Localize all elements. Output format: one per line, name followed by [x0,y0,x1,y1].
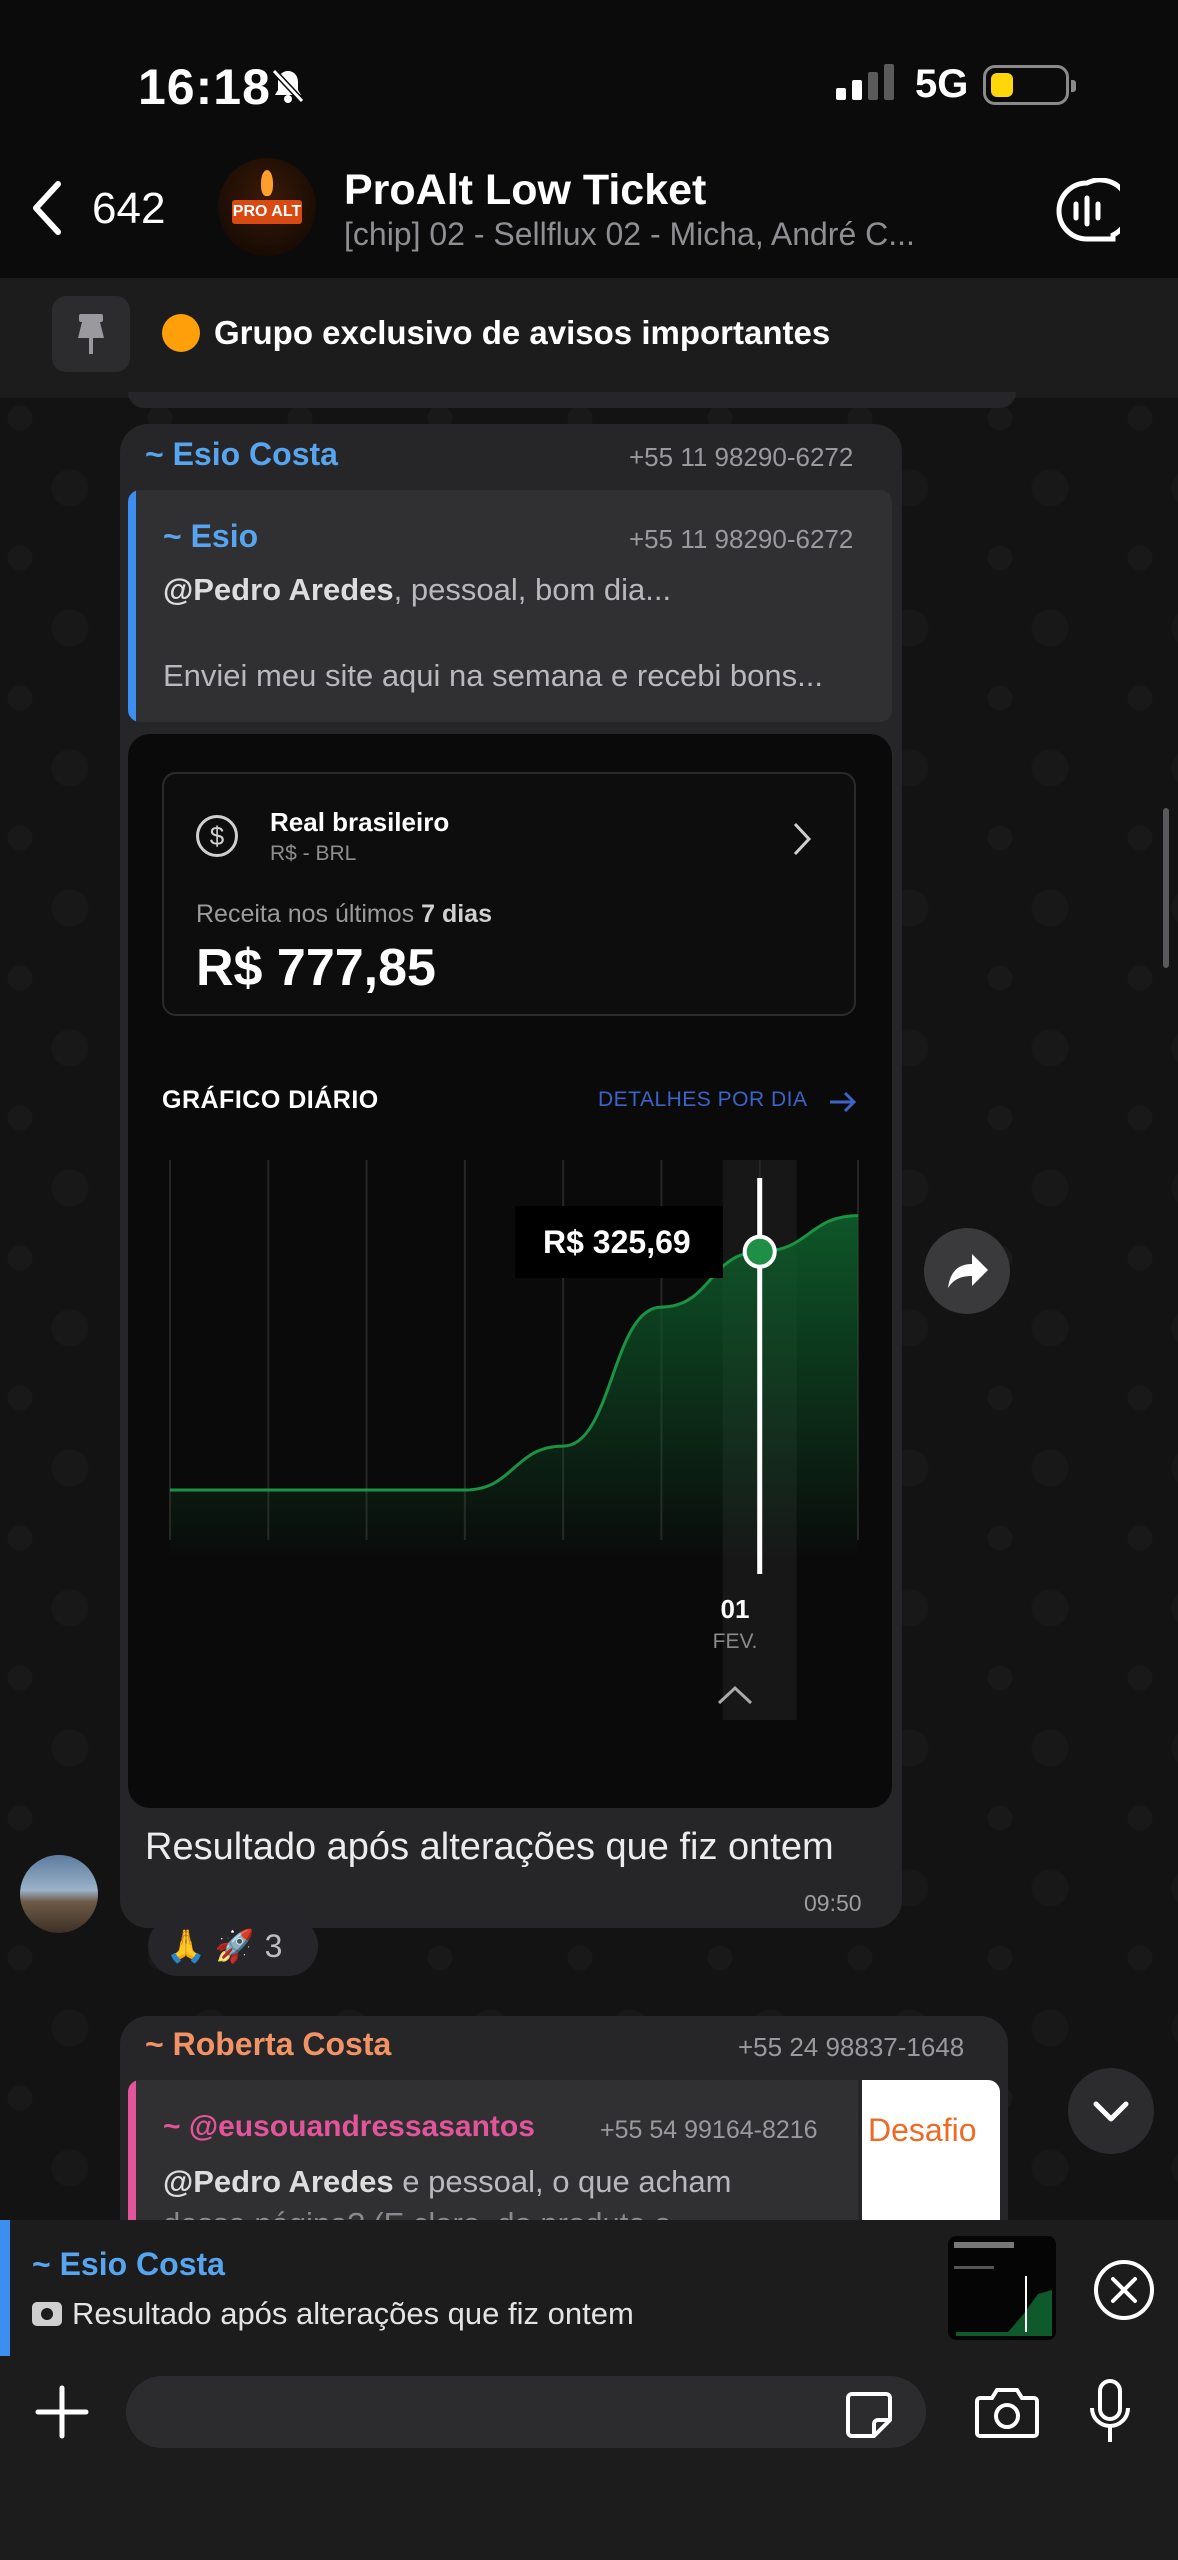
back-chevron-icon[interactable] [28,178,68,238]
forward-button[interactable] [924,1228,1010,1314]
attach-plus-icon[interactable] [34,2384,90,2440]
camera-small-icon [32,2302,62,2326]
back-unread-count[interactable]: 642 [92,184,165,234]
revenue-value: R$ 777,85 [196,939,436,997]
message-input[interactable] [126,2376,926,2448]
reply-sender: ~ Esio Costa [32,2246,225,2282]
silent-bell-icon [271,68,305,104]
chevron-right-icon [793,822,812,856]
quoted-text-2-line1: @Pedro Aredes e pessoal, o que acham [163,2164,731,2200]
data-point [742,1234,777,1269]
quoted-mention-2: @Pedro Aredes [163,2164,394,2199]
microphone-icon[interactable] [1086,2378,1134,2446]
sender-phone: +55 11 98290-6272 [629,442,854,472]
scroll-down-button[interactable] [1068,2068,1154,2154]
scroll-indicator[interactable] [1163,808,1169,968]
pin-icon[interactable] [52,296,130,372]
chart-title: GRÁFICO DIÁRIO [162,1086,379,1114]
currency-code: R$ - BRL [270,842,357,865]
sender-phone-2: +55 24 98837-1648 [738,2032,965,2062]
selected-day-label: 01 [720,1594,750,1624]
group-title[interactable]: ProAlt Low Ticket [344,166,706,215]
cellular-signal-icon [836,64,894,100]
orange-circle-icon [162,314,200,352]
previous-message-bubble[interactable] [128,392,1016,408]
reactions-pill[interactable]: 🙏 🚀 3 [148,1916,318,1976]
dollar-coin-icon: $ [196,815,238,857]
quoted-sender-2: ~ @eusouandressasantos [163,2110,535,2143]
chevron-down-icon [1093,2101,1129,2122]
quoted-phone: +55 11 98290-6272 [629,524,854,554]
message-caption: Resultado após alterações que fiz ontem [145,1826,834,1868]
battery-icon [983,65,1076,105]
camera-icon[interactable] [974,2384,1040,2440]
voice-chat-icon[interactable] [1054,178,1120,244]
pinned-message-text[interactable]: Grupo exclusivo de avisos importantes [162,314,830,352]
reply-text: Resultado após alterações que fiz ontem [32,2296,634,2332]
details-link: DETALHES POR DIA [598,1088,808,1111]
arrow-right-icon [830,1091,857,1113]
revenue-period: 7 dias [421,900,492,928]
reply-thumbnail [948,2236,1056,2340]
quoted-sender: ~ Esio [163,518,259,554]
avatar-logo-text: PRO ALT [232,200,302,224]
sender-avatar[interactable] [20,1855,98,1933]
reply-accent-bar [0,2220,10,2356]
reaction-emojis: 🙏 🚀 [166,1928,255,1964]
pinned-text-label: Grupo exclusivo de avisos importantes [214,314,831,351]
status-time: 16:18 [138,59,271,115]
quoted-mention: @Pedro Aredes [163,572,394,607]
group-avatar[interactable]: PRO ALT [218,158,316,256]
reaction-count: 3 [264,1928,283,1964]
thumbnail-text: Desafio [868,2112,977,2148]
forward-arrow-icon [948,1254,988,1288]
message-time: 09:50 [804,1890,862,1916]
quoted-text-line1: @Pedro Aredes, pessoal, bom dia... [163,572,671,608]
message-sender-2[interactable]: ~ Roberta Costa [145,2026,391,2063]
message-sender[interactable]: ~ Esio Costa [145,436,338,473]
chart-tooltip: R$ 325,69 [515,1206,723,1278]
close-reply-icon[interactable] [1092,2258,1156,2322]
network-type: 5G [915,62,969,106]
sticker-icon[interactable] [844,2390,894,2440]
revenue-label: Receita nos últimos 7 dias [196,900,492,929]
quoted-thumbnail: Desafio [862,2080,1000,2220]
quoted-line1-rest-2: e pessoal, o que acham [393,2164,732,2199]
group-members-subtitle[interactable]: [chip] 02 - Sellflux 02 - Micha, André C… [344,216,915,253]
quoted-text-line2: Enviei meu site aqui na semana e recebi … [163,658,823,693]
selected-month-label: FEV. [712,1630,758,1653]
revenue-label-text: Receita nos últimos [196,900,415,928]
currency-name: Real brasileiro [270,807,450,837]
quoted-line1-rest: , pessoal, bom dia... [393,572,672,607]
chevron-up-icon [717,1685,753,1705]
quoted-phone-2: +55 54 99164-8216 [600,2116,818,2144]
reply-text-label: Resultado após alterações que fiz ontem [72,2296,634,2331]
